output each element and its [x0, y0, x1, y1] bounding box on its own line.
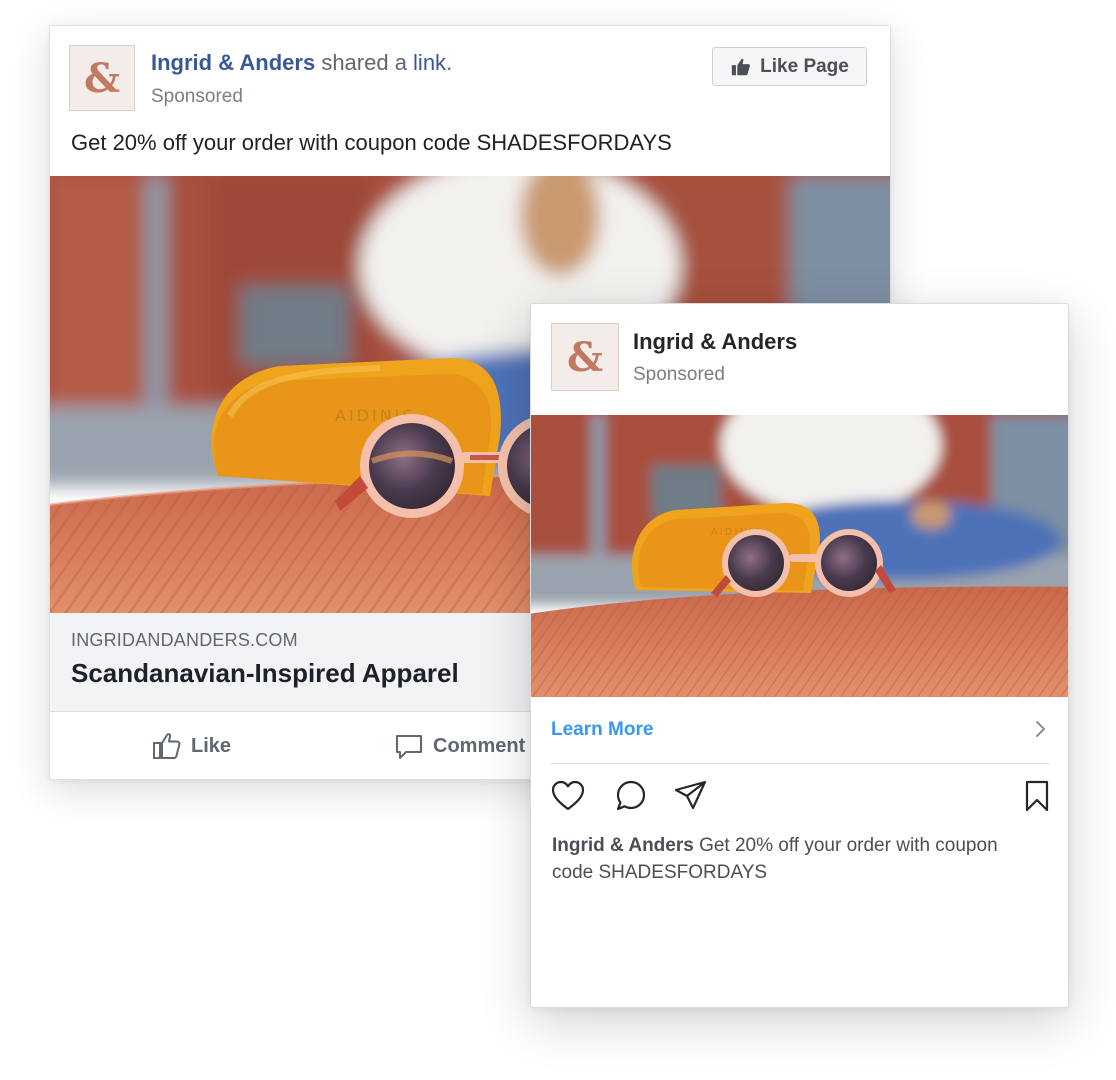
bookmark-icon[interactable]	[1019, 778, 1055, 814]
send-icon[interactable]	[673, 778, 709, 814]
like-page-button[interactable]: Like Page	[712, 47, 867, 86]
brand-avatar[interactable]: &	[69, 45, 135, 111]
chevron-right-icon	[1036, 721, 1045, 737]
link-domain: INGRIDANDANDERS.COM	[71, 630, 298, 650]
svg-text:&: &	[84, 55, 120, 101]
action-text: shared a	[315, 50, 414, 75]
post-message: Get 20% off your order with coupon code …	[71, 130, 672, 155]
like-page-label: Like Page	[760, 55, 849, 77]
post-caption: Ingrid & Anders Get 20% off your order w…	[552, 832, 1042, 886]
thumbs-up-icon	[731, 58, 751, 75]
shared-link[interactable]: link	[413, 50, 446, 75]
account-name[interactable]: Ingrid & Anders	[633, 329, 797, 355]
comment-bubble-icon	[396, 735, 422, 759]
heart-icon[interactable]	[550, 778, 586, 814]
ampersand-logo-icon: &	[84, 55, 120, 101]
comment-button[interactable]: Comment	[393, 730, 525, 762]
link-headline: Scandanavian-Inspired Apparel	[71, 658, 459, 688]
sponsored-label: Sponsored	[633, 364, 725, 385]
divider	[551, 763, 1049, 764]
svg-text:&: &	[567, 334, 603, 380]
thumbs-up-outline-icon	[153, 733, 181, 759]
comment-bubble-icon[interactable]	[613, 778, 649, 814]
page-name-link[interactable]: Ingrid & Anders	[151, 50, 315, 75]
like-button[interactable]: Like	[151, 730, 231, 762]
post-header-title: Ingrid & Anders shared a link.	[151, 50, 452, 76]
sponsored-label: Sponsored	[151, 86, 243, 107]
sunglasses-product-photo[interactable]: AIDINIS	[531, 415, 1068, 697]
comment-label: Comment	[433, 734, 526, 757]
ampersand-logo-icon: &	[567, 334, 603, 380]
caption-account-name[interactable]: Ingrid & Anders	[552, 835, 694, 856]
learn-more-cta[interactable]: Learn More	[531, 697, 1068, 763]
like-label: Like	[191, 734, 232, 757]
title-period: .	[446, 50, 453, 75]
brand-avatar[interactable]: &	[551, 323, 619, 391]
instagram-ad-card: & Ingrid & Anders Sponsored AIDINIS Lear…	[530, 303, 1069, 1008]
learn-more-label: Learn More	[551, 719, 654, 740]
